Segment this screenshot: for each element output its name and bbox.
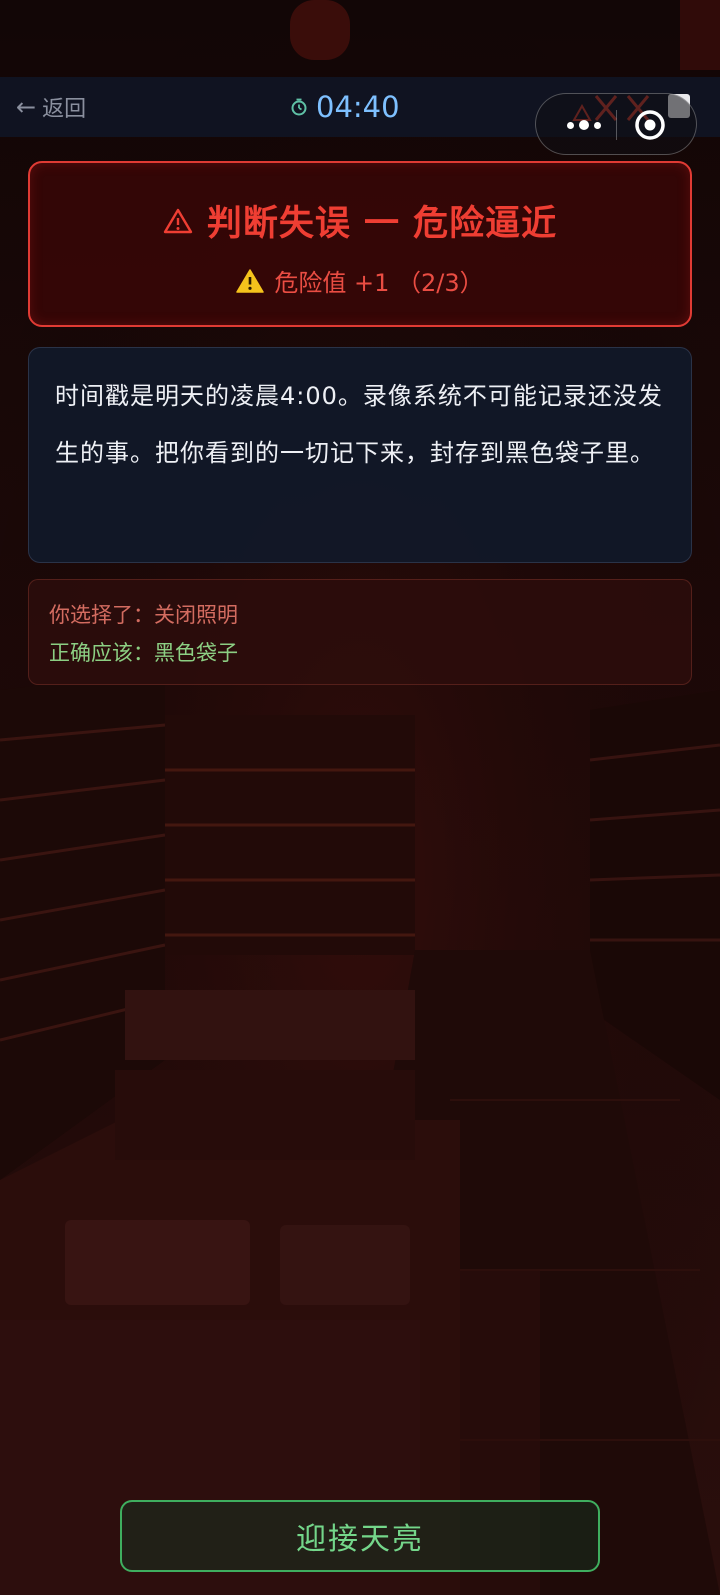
alert-title: 判断失误 一 危险逼近 (206, 204, 558, 244)
capsule-divider (616, 110, 617, 140)
back-label: 返回 (42, 97, 87, 122)
timer-value: 04:40 (316, 90, 400, 124)
warning-outline-icon (163, 208, 193, 233)
back-button[interactable]: ← 返回 (16, 89, 86, 125)
alert-title-row: 判断失误 一 危险逼近 (30, 195, 690, 246)
selected-choice-label: 你选择了： (49, 603, 154, 627)
clock-icon (291, 98, 307, 116)
choice-summary-card: 你选择了： 关闭照明 正确应该： 黑色袋子 (28, 579, 692, 685)
close-circle-icon[interactable] (633, 108, 667, 142)
correct-choice-value: 黑色袋子 (154, 641, 238, 665)
warning-filled-icon (236, 268, 265, 293)
danger-level-text: 危险值 +1 （2/3） (274, 269, 484, 297)
more-dots-icon[interactable] (554, 112, 614, 138)
correct-choice-label: 正确应该： (49, 641, 154, 665)
countdown-timer: 04:40 (290, 87, 400, 127)
danger-level-row: 危险值 +1 （2/3） (30, 263, 690, 298)
welcome-dawn-button[interactable]: 迎接天亮 (120, 1500, 600, 1572)
story-message-card: 时间戳是明天的凌晨4:00。录像系统不可能记录还没发生的事。把你看到的一切记下来… (28, 347, 692, 563)
selected-choice-value: 关闭照明 (154, 603, 238, 627)
back-arrow-icon: ← (16, 93, 37, 121)
mini-program-capsule (535, 93, 697, 155)
misjudgment-alert: 判断失误 一 危险逼近 危险值 +1 （2/3） (28, 161, 692, 327)
selected-choice-row: 你选择了： 关闭照明 (49, 596, 671, 634)
correct-choice-row: 正确应该： 黑色袋子 (49, 634, 671, 672)
story-message-text: 时间戳是明天的凌晨4:00。录像系统不可能记录还没发生的事。把你看到的一切记下来… (55, 382, 663, 467)
